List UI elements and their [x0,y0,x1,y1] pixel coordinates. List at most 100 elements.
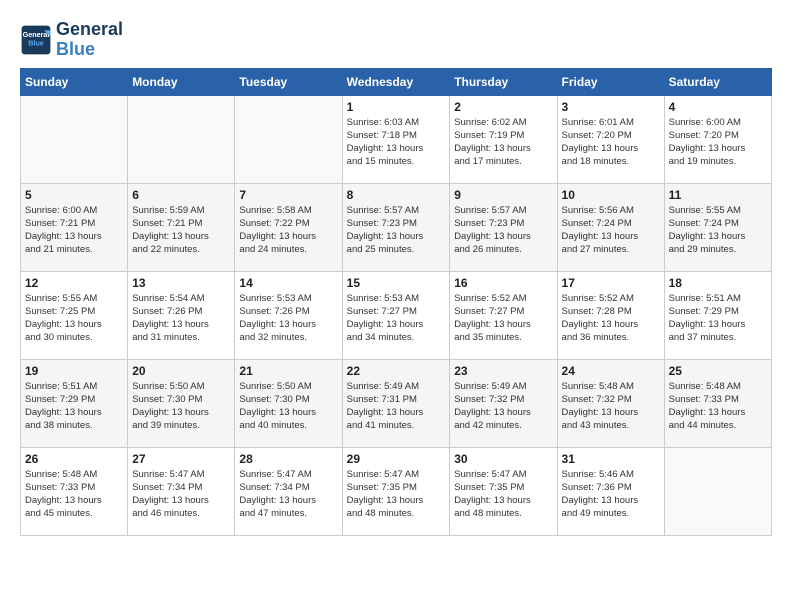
day-info: Sunrise: 5:47 AM Sunset: 7:35 PM Dayligh… [454,468,552,521]
calendar-cell: 12 Sunrise: 5:55 AM Sunset: 7:25 PM Dayli… [21,271,128,359]
calendar-cell: 14 Sunrise: 5:53 AM Sunset: 7:26 PM Dayli… [235,271,342,359]
day-number: 23 [454,364,552,378]
day-number: 29 [347,452,446,466]
calendar-cell [664,447,771,535]
day-info: Sunrise: 5:57 AM Sunset: 7:23 PM Dayligh… [454,204,552,257]
calendar-cell: 10 Sunrise: 5:56 AM Sunset: 7:24 PM Dayli… [557,183,664,271]
day-info: Sunrise: 5:49 AM Sunset: 7:31 PM Dayligh… [347,380,446,433]
calendar-cell: 21 Sunrise: 5:50 AM Sunset: 7:30 PM Dayli… [235,359,342,447]
calendar-cell: 17Sunrise: 5:52 AM Sunset: 7:28 PM Dayli… [557,271,664,359]
week-row-1: 1 Sunrise: 6:03 AM Sunset: 7:18 PM Daylig… [21,95,772,183]
week-row-4: 19 Sunrise: 5:51 AM Sunset: 7:29 PM Dayli… [21,359,772,447]
calendar-cell: 28Sunrise: 5:47 AM Sunset: 7:34 PM Dayli… [235,447,342,535]
calendar-cell: 22 Sunrise: 5:49 AM Sunset: 7:31 PM Dayli… [342,359,450,447]
calendar-cell: 26 Sunrise: 5:48 AM Sunset: 7:33 PM Dayli… [21,447,128,535]
day-info: Sunrise: 5:53 AM Sunset: 7:26 PM Dayligh… [239,292,337,345]
day-info: Sunrise: 6:00 AM Sunset: 7:20 PM Dayligh… [669,116,767,169]
page-header: General Blue General Blue [20,20,772,60]
calendar-cell: 5Sunrise: 6:00 AM Sunset: 7:21 PM Daylig… [21,183,128,271]
calendar-cell: 24 Sunrise: 5:48 AM Sunset: 7:32 PM Dayli… [557,359,664,447]
day-info: Sunrise: 5:50 AM Sunset: 7:30 PM Dayligh… [239,380,337,433]
day-info: Sunrise: 6:01 AM Sunset: 7:20 PM Dayligh… [562,116,660,169]
day-number: 4 [669,100,767,114]
day-info: Sunrise: 5:55 AM Sunset: 7:25 PM Dayligh… [25,292,123,345]
day-number: 1 [347,100,446,114]
calendar-cell: 8Sunrise: 5:57 AM Sunset: 7:23 PM Daylig… [342,183,450,271]
logo-icon: General Blue [20,24,52,56]
day-info: Sunrise: 5:47 AM Sunset: 7:34 PM Dayligh… [132,468,230,521]
calendar-cell: 9Sunrise: 5:57 AM Sunset: 7:23 PM Daylig… [450,183,557,271]
day-number: 13 [132,276,230,290]
day-number: 30 [454,452,552,466]
day-info: Sunrise: 5:48 AM Sunset: 7:32 PM Dayligh… [562,380,660,433]
day-info: Sunrise: 5:47 AM Sunset: 7:35 PM Dayligh… [347,468,446,521]
calendar-cell: 18 Sunrise: 5:51 AM Sunset: 7:29 PM Dayli… [664,271,771,359]
calendar-cell [235,95,342,183]
day-number: 21 [239,364,337,378]
day-info: Sunrise: 5:54 AM Sunset: 7:26 PM Dayligh… [132,292,230,345]
day-info: Sunrise: 6:02 AM Sunset: 7:19 PM Dayligh… [454,116,552,169]
day-number: 12 [25,276,123,290]
day-number: 2 [454,100,552,114]
day-number: 10 [562,188,660,202]
calendar-cell: 19 Sunrise: 5:51 AM Sunset: 7:29 PM Dayli… [21,359,128,447]
calendar-cell: 16Sunrise: 5:52 AM Sunset: 7:27 PM Dayli… [450,271,557,359]
day-info: Sunrise: 6:03 AM Sunset: 7:18 PM Dayligh… [347,116,446,169]
svg-text:Blue: Blue [28,38,44,47]
column-header-thursday: Thursday [450,68,557,95]
day-number: 24 [562,364,660,378]
day-info: Sunrise: 5:52 AM Sunset: 7:28 PM Dayligh… [562,292,660,345]
header-row: SundayMondayTuesdayWednesdayThursdayFrid… [21,68,772,95]
calendar-cell: 7Sunrise: 5:58 AM Sunset: 7:22 PM Daylig… [235,183,342,271]
day-number: 20 [132,364,230,378]
day-info: Sunrise: 5:59 AM Sunset: 7:21 PM Dayligh… [132,204,230,257]
day-number: 25 [669,364,767,378]
column-header-sunday: Sunday [21,68,128,95]
day-number: 11 [669,188,767,202]
day-info: Sunrise: 5:56 AM Sunset: 7:24 PM Dayligh… [562,204,660,257]
calendar-cell: 2 Sunrise: 6:02 AM Sunset: 7:19 PM Daylig… [450,95,557,183]
day-number: 7 [239,188,337,202]
day-number: 8 [347,188,446,202]
calendar-cell: 13 Sunrise: 5:54 AM Sunset: 7:26 PM Dayli… [128,271,235,359]
day-number: 16 [454,276,552,290]
calendar-cell: 3Sunrise: 6:01 AM Sunset: 7:20 PM Daylig… [557,95,664,183]
day-number: 31 [562,452,660,466]
calendar-cell: 11 Sunrise: 5:55 AM Sunset: 7:24 PM Dayli… [664,183,771,271]
day-info: Sunrise: 6:00 AM Sunset: 7:21 PM Dayligh… [25,204,123,257]
day-number: 15 [347,276,446,290]
calendar-cell: 27 Sunrise: 5:47 AM Sunset: 7:34 PM Dayli… [128,447,235,535]
week-row-3: 12 Sunrise: 5:55 AM Sunset: 7:25 PM Dayli… [21,271,772,359]
day-info: Sunrise: 5:55 AM Sunset: 7:24 PM Dayligh… [669,204,767,257]
calendar-cell: 31 Sunrise: 5:46 AM Sunset: 7:36 PM Dayli… [557,447,664,535]
calendar-cell: 30 Sunrise: 5:47 AM Sunset: 7:35 PM Dayli… [450,447,557,535]
day-number: 19 [25,364,123,378]
day-info: Sunrise: 5:46 AM Sunset: 7:36 PM Dayligh… [562,468,660,521]
logo-text: General Blue [56,20,123,60]
calendar-cell: 20Sunrise: 5:50 AM Sunset: 7:30 PM Dayli… [128,359,235,447]
day-number: 22 [347,364,446,378]
column-header-tuesday: Tuesday [235,68,342,95]
calendar-cell: 15 Sunrise: 5:53 AM Sunset: 7:27 PM Dayli… [342,271,450,359]
day-number: 14 [239,276,337,290]
day-number: 18 [669,276,767,290]
column-header-saturday: Saturday [664,68,771,95]
day-info: Sunrise: 5:48 AM Sunset: 7:33 PM Dayligh… [25,468,123,521]
week-row-2: 5Sunrise: 6:00 AM Sunset: 7:21 PM Daylig… [21,183,772,271]
calendar-cell [128,95,235,183]
calendar-cell: 29 Sunrise: 5:47 AM Sunset: 7:35 PM Dayli… [342,447,450,535]
calendar-cell: 6Sunrise: 5:59 AM Sunset: 7:21 PM Daylig… [128,183,235,271]
column-header-monday: Monday [128,68,235,95]
column-header-friday: Friday [557,68,664,95]
day-number: 27 [132,452,230,466]
calendar-cell: 23Sunrise: 5:49 AM Sunset: 7:32 PM Dayli… [450,359,557,447]
day-number: 26 [25,452,123,466]
day-info: Sunrise: 5:51 AM Sunset: 7:29 PM Dayligh… [25,380,123,433]
day-info: Sunrise: 5:53 AM Sunset: 7:27 PM Dayligh… [347,292,446,345]
calendar-cell [21,95,128,183]
logo: General Blue General Blue [20,20,123,60]
day-info: Sunrise: 5:47 AM Sunset: 7:34 PM Dayligh… [239,468,337,521]
week-row-5: 26 Sunrise: 5:48 AM Sunset: 7:33 PM Dayli… [21,447,772,535]
day-info: Sunrise: 5:51 AM Sunset: 7:29 PM Dayligh… [669,292,767,345]
calendar-cell: 25Sunrise: 5:48 AM Sunset: 7:33 PM Dayli… [664,359,771,447]
